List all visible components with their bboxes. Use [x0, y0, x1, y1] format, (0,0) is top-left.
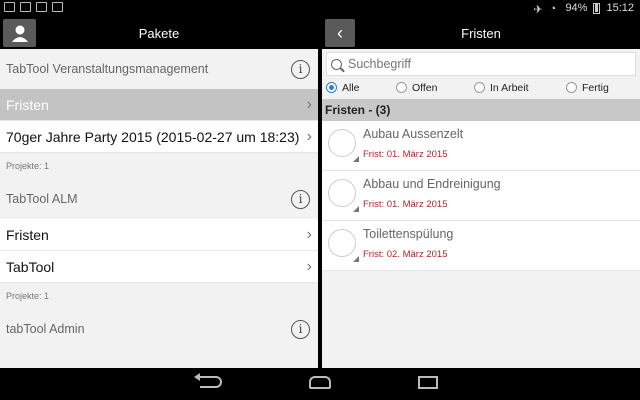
task-item[interactable]: Abbau und Endreinigung Frist: 01. März 2… [322, 171, 640, 221]
task-checkbox[interactable] [328, 129, 356, 157]
task-title: Toilettenspülung [363, 227, 454, 241]
status-bar: ✈ ◔ 94% 15:12 [0, 0, 640, 17]
back-button[interactable]: ‹ [325, 19, 355, 47]
task-due-date: Frist: 01. März 2015 [363, 199, 448, 210]
package-item-label: TabTool [6, 258, 55, 275]
filter-done[interactable]: Fertig [566, 82, 609, 94]
deadlines-panel: ‹ Fristen Suchbegriff Alle Offen In Arbe… [322, 17, 640, 368]
filter-label: Fertig [582, 81, 609, 94]
task-item[interactable]: Aubau Aussenzelt Frist: 01. März 2015 [322, 121, 640, 171]
user-avatar-button[interactable] [3, 19, 36, 47]
projects-count: Projekte: 1 [6, 161, 50, 171]
airplane-icon: ✈ [533, 4, 543, 16]
task-checkbox[interactable] [328, 229, 356, 257]
packages-title: Pakete [138, 25, 180, 41]
task-checkbox[interactable] [328, 179, 356, 207]
deadlines-appbar: ‹ Fristen [322, 17, 640, 49]
corner-indicator-icon [353, 206, 359, 212]
radio-unchecked-icon [474, 82, 485, 93]
chevron-right-icon: › [306, 128, 312, 145]
filter-open[interactable]: Offen [396, 82, 474, 94]
radio-checked-icon [326, 82, 337, 93]
copy-notification-icon [52, 2, 63, 12]
nav-back-icon[interactable] [194, 373, 222, 388]
task-due-date: Frist: 01. März 2015 [363, 149, 448, 160]
info-icon[interactable]: i [291, 190, 310, 209]
package-item-fristen[interactable]: Fristen › [0, 89, 318, 121]
battery-percent: 94% [565, 2, 588, 14]
group-name: tabTool Admin [6, 322, 85, 336]
filter-all[interactable]: Alle [326, 82, 396, 94]
task-item[interactable]: Toilettenspülung Frist: 02. März 2015 [322, 221, 640, 271]
nav-home-icon[interactable] [309, 376, 331, 389]
section-header: Fristen - (3) [322, 99, 640, 121]
package-item-tabtool[interactable]: TabTool › [0, 251, 318, 283]
corner-indicator-icon [353, 156, 359, 162]
mail-notification-icon [20, 2, 31, 12]
group-header-admin: tabTool Admin i [0, 309, 318, 349]
radio-unchecked-icon [396, 82, 407, 93]
chevron-left-icon: ‹ [337, 22, 343, 43]
packages-panel: Pakete TabTool Veranstaltungsmanagement … [0, 17, 318, 368]
package-item-label: Fristen [6, 96, 49, 113]
package-item-label: 70ger Jahre Party 2015 (2015-02-27 um 18… [6, 128, 300, 145]
search-field[interactable]: Suchbegriff [326, 52, 636, 76]
corner-indicator-icon [353, 256, 359, 262]
status-filter: Alle Offen In Arbeit Fertig [322, 76, 640, 99]
filter-label: In Arbeit [490, 81, 529, 94]
filter-in-progress[interactable]: In Arbeit [474, 82, 566, 94]
group-header-veranstaltung: TabTool Veranstaltungsmanagement i [0, 49, 318, 89]
package-item-party[interactable]: 70ger Jahre Party 2015 (2015-02-27 um 18… [0, 121, 318, 153]
group-header-alm: TabTool ALM i [0, 179, 318, 219]
projects-count: Projekte: 1 [6, 291, 50, 301]
task-due-date: Frist: 02. März 2015 [363, 249, 448, 260]
group-name: TabTool ALM [6, 192, 78, 206]
filter-label: Alle [342, 81, 360, 94]
packages-appbar: Pakete [0, 17, 318, 49]
task-title: Abbau und Endreinigung [363, 177, 501, 191]
chevron-right-icon: › [306, 226, 312, 243]
battery-icon [593, 2, 601, 14]
notification-icons [4, 2, 63, 12]
group-name: TabTool Veranstaltungsmanagement [6, 62, 209, 76]
task-title: Aubau Aussenzelt [363, 127, 464, 141]
system-nav-bar [0, 368, 640, 400]
package-item-alm-fristen[interactable]: Fristen › [0, 219, 318, 251]
image-notification-icon-2 [36, 2, 47, 12]
filter-label: Offen [412, 81, 438, 94]
user-icon [11, 25, 28, 42]
info-icon[interactable]: i [291, 320, 310, 339]
image-notification-icon [4, 2, 15, 12]
wifi-icon: ◔ [549, 3, 557, 15]
info-icon[interactable]: i [291, 60, 310, 79]
chevron-right-icon: › [306, 96, 312, 113]
clock: 15:12 [606, 2, 634, 14]
deadlines-title: Fristen [461, 25, 501, 41]
radio-unchecked-icon [566, 82, 577, 93]
search-icon [331, 58, 342, 70]
nav-recents-icon[interactable] [418, 376, 438, 389]
chevron-right-icon: › [306, 258, 312, 275]
package-item-label: Fristen [6, 226, 49, 243]
search-placeholder: Suchbegriff [348, 57, 412, 71]
